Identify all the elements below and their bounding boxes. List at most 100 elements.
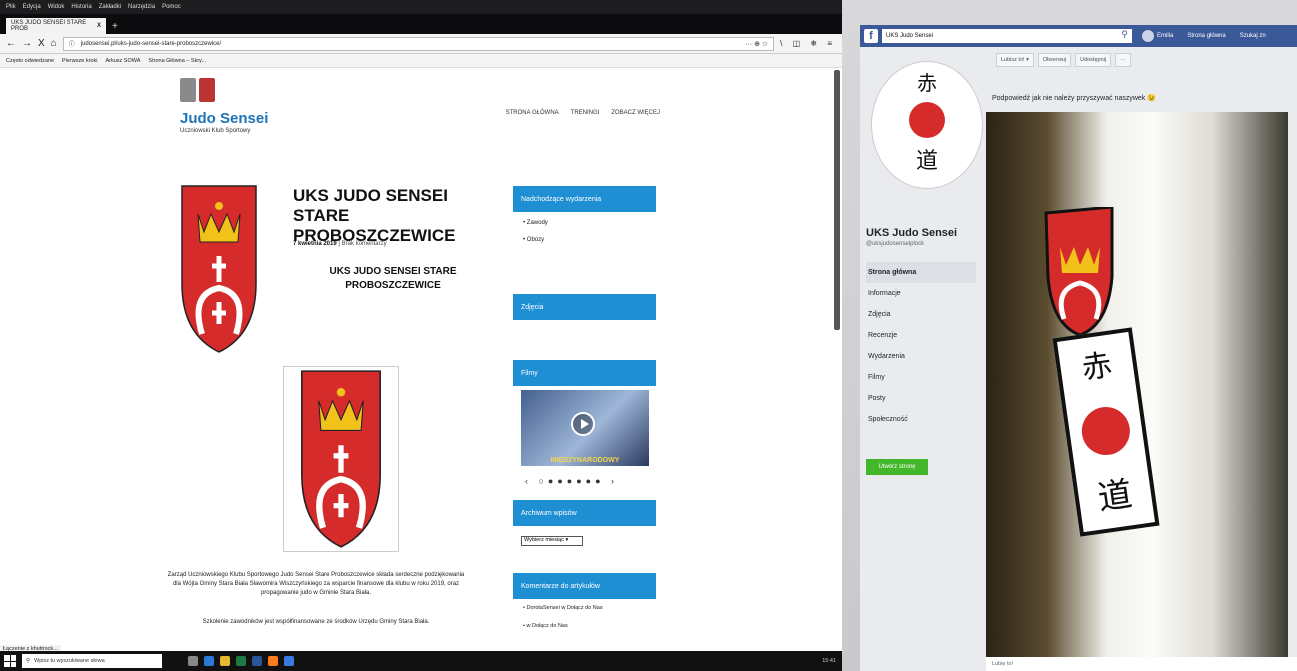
more-icon[interactable]: ··· [1115, 53, 1131, 67]
menu-history[interactable]: Historia [71, 4, 91, 10]
chrome-icon[interactable] [284, 656, 294, 666]
nav-trainings[interactable]: TRENINGI [571, 110, 600, 116]
svg-text:赤: 赤 [917, 71, 937, 95]
like-button[interactable]: Lubisz to! ▾ [996, 53, 1034, 67]
browser-tab[interactable]: UKS JUDO SENSEI STARE PROB X [6, 18, 106, 34]
search-icon: ⚲ [26, 658, 31, 664]
taskbar-apps [188, 656, 294, 666]
comment-link[interactable]: • DorotaSensei w Dołącz do Nas [523, 605, 603, 611]
site-header: Judo Sensei Uczniowski Klub Sportowy STR… [180, 78, 660, 138]
widget-title: Nadchodzące wydarzenia [513, 186, 656, 212]
menu-tools[interactable]: Narzędzia [128, 4, 155, 10]
svg-text:道: 道 [1095, 474, 1134, 518]
widget-title[interactable]: Zdjęcia [513, 294, 656, 320]
archive-month-select[interactable]: Wybierz miesiąc ▾ [521, 536, 583, 546]
nav-more[interactable]: ZOBACZ WIĘCEJ [611, 110, 660, 116]
svg-text:赤: 赤 [1080, 348, 1115, 387]
forward-icon[interactable]: → [22, 38, 32, 49]
comment-link[interactable]: • w Dołącz do Nas [523, 623, 603, 629]
widget-title[interactable]: Filmy [513, 360, 656, 386]
edge-icon[interactable] [204, 656, 214, 666]
create-page-button[interactable]: Utwórz stronę [866, 459, 928, 475]
taskbar-search[interactable]: ⚲ Wpisz tu wyszukiwane słowa [22, 654, 162, 668]
explorer-icon[interactable] [220, 656, 230, 666]
page-actions-icon[interactable]: ··· ⊕ ☆ [745, 40, 768, 48]
facebook-search-input[interactable]: UKS Judo Sensei ⚲ [882, 29, 1132, 43]
bookmark-item[interactable]: Arkusz SOWA [105, 58, 140, 64]
excel-icon[interactable] [236, 656, 246, 666]
page-menu-item[interactable]: Recenzje [866, 325, 976, 346]
post-footer[interactable]: Lubię to! [986, 657, 1297, 671]
menu-view[interactable]: Widok [48, 4, 65, 10]
facebook-screenshot: f UKS Judo Sensei ⚲ Emilia Strona główna… [860, 25, 1297, 671]
post-meta: 7 kwietnia 2019 | Brak komentarzy [293, 241, 387, 247]
site-logo[interactable] [180, 78, 240, 104]
page-actions: Lubisz to! ▾ Obserwuj Udostępnij ··· [996, 53, 1131, 67]
word-icon[interactable] [252, 656, 262, 666]
post-thumbnail-crest[interactable] [180, 184, 258, 354]
toolbar-icons[interactable]: \ ◫ ❄ ≡ [780, 39, 836, 48]
page-scrollbar[interactable] [834, 70, 840, 330]
tab-close-icon[interactable]: X [97, 23, 101, 29]
play-icon[interactable] [571, 412, 595, 436]
bookmark-item[interactable]: Często odwiedzane [6, 58, 54, 64]
page-menu-item[interactable]: Posty [866, 388, 976, 409]
page-menu-item[interactable]: Informacje [866, 283, 976, 304]
home-icon[interactable]: ⌂ [51, 38, 57, 49]
page-menu-item[interactable]: Filmy [866, 367, 976, 388]
facebook-nav-home[interactable]: Strona główna [1187, 33, 1225, 39]
post-subtitle: UKS JUDO SENSEI STARE PROBOSZCZEWICE [329, 266, 457, 291]
post-title[interactable]: UKS JUDO SENSEI STARE PROBOSZCZEWICE [293, 186, 493, 246]
address-bar[interactable]: ⓘ judosensei.pl/uks-judo-sensei-stare-pr… [62, 36, 775, 51]
search-icon[interactable]: ⚲ [1121, 29, 1128, 40]
follow-button[interactable]: Obserwuj [1037, 53, 1072, 67]
firefox-icon[interactable] [268, 656, 278, 666]
page-menu-item[interactable]: Wydarzenia [866, 346, 976, 367]
widget-films: Filmy [513, 360, 656, 386]
post-date[interactable]: 7 kwietnia 2019 [293, 241, 337, 247]
menu-file[interactable]: Plik [6, 4, 16, 10]
share-button[interactable]: Udostępnij [1075, 53, 1112, 67]
nav-home[interactable]: STRONA GŁÓWNA [506, 110, 559, 116]
post-photo[interactable]: 赤 道 [986, 112, 1288, 657]
carousel-dots[interactable]: ‹ ○●●●●●● › [525, 476, 645, 486]
upcoming-item[interactable]: • Zawody [523, 220, 656, 226]
film-thumbnail[interactable]: MIĘDZYNARODOWY [521, 390, 649, 466]
taskbar-clock[interactable]: 15:41 [822, 658, 836, 664]
facebook-nav-friends[interactable]: Szukaj zn [1240, 33, 1266, 39]
post-body: Zarząd Uczniowskiego Klubu Sportowego Ju… [167, 572, 465, 596]
page-menu-item[interactable]: Zdjęcia [866, 304, 976, 325]
facebook-page-sidebar: 赤 道 UKS Judo Sensei @uksjudosenseiplock … [860, 47, 990, 671]
post-comments-link[interactable]: Brak komentarzy [342, 241, 387, 247]
page-name[interactable]: UKS Judo Sensei [866, 227, 957, 239]
browser-screenshot: Plik Edycja Widok Historia Zakładki Narz… [0, 0, 842, 671]
upcoming-item[interactable]: • Obozy [523, 237, 656, 243]
page-handle[interactable]: @uksjudosenseiplock [866, 241, 924, 247]
bookmarks-bar: Często odwiedzane Pierwsze kroki Arkusz … [0, 54, 842, 68]
facebook-logo-icon[interactable]: f [864, 29, 878, 43]
page-profile-picture[interactable]: 赤 道 [872, 62, 982, 188]
site-tagline: Uczniowski Klub Sportowy [180, 128, 251, 134]
bookmark-item[interactable]: Pierwsze kroki [62, 58, 97, 64]
bookmark-item[interactable]: Strona Główna – Skry... [148, 58, 206, 64]
tab-title: UKS JUDO SENSEI STARE PROB [11, 20, 87, 32]
menu-help[interactable]: Pomoc [162, 4, 181, 10]
page-menu-item[interactable]: Strona główna [866, 262, 976, 283]
info-icon[interactable]: ⓘ [69, 39, 75, 48]
new-tab-icon[interactable]: + [112, 21, 118, 32]
browser-menubar: Plik Edycja Widok Historia Zakładki Narz… [0, 0, 842, 14]
menu-edit[interactable]: Edycja [23, 4, 41, 10]
menu-bookmarks[interactable]: Zakładki [99, 4, 121, 10]
widget-comments: Komentarze do artykułów [513, 573, 656, 599]
site-title[interactable]: Judo Sensei [180, 110, 268, 127]
widget-photos: Zdjęcia [513, 294, 656, 320]
task-view-icon[interactable] [188, 656, 198, 666]
facebook-user[interactable]: Emilia [1142, 30, 1173, 42]
emoji-icon: 😉 [1147, 95, 1156, 102]
page-viewport: Judo Sensei Uczniowski Klub Sportowy STR… [0, 68, 842, 645]
back-icon[interactable]: ← [6, 38, 16, 49]
page-menu-item[interactable]: Społeczność [866, 409, 976, 430]
crest-patch-icon [1044, 207, 1114, 337]
stop-icon[interactable]: X [38, 38, 45, 49]
windows-start-icon[interactable] [4, 655, 16, 667]
